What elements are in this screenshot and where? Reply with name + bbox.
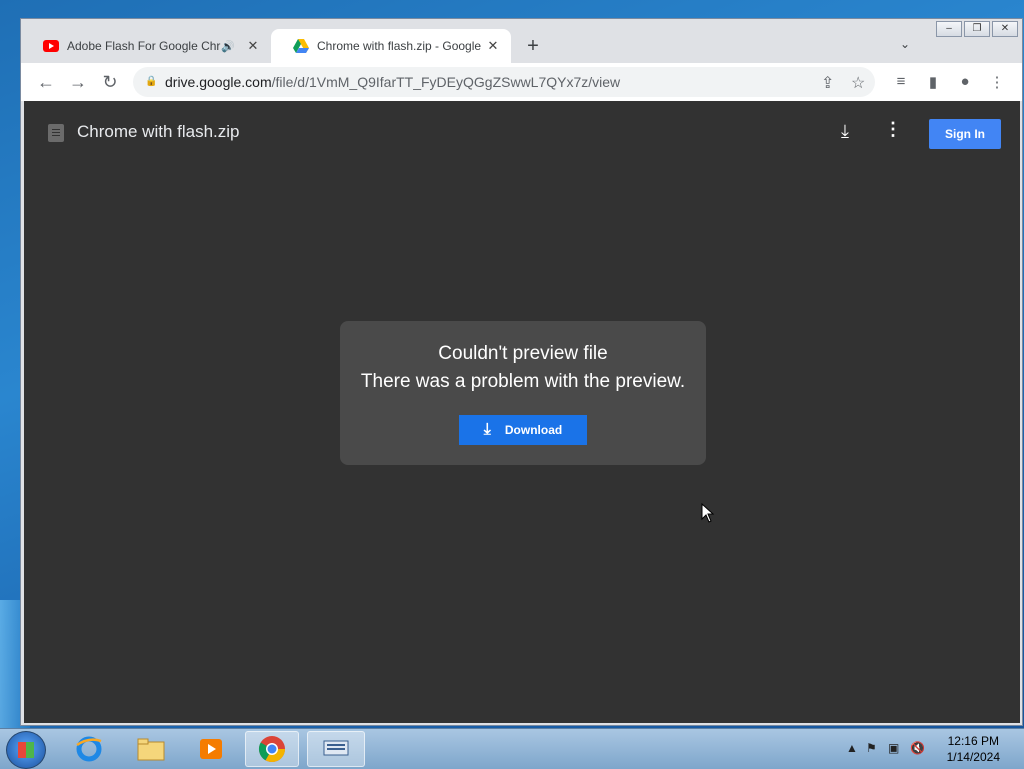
download-icon: ⤓: [483, 421, 491, 438]
tab-chrome-with-flash[interactable]: Chrome with flash.zip - Google D ✕: [271, 29, 511, 63]
tab-search-chevron-icon[interactable]: ⌄: [900, 37, 910, 51]
action-center-flag-icon[interactable]: ⚑: [866, 741, 877, 755]
tab-title: Adobe Flash For Google Chr: [67, 39, 221, 53]
side-panel-icon[interactable]: ▮: [923, 73, 943, 91]
file-explorer-icon[interactable]: [124, 731, 178, 767]
bookmark-star-icon[interactable]: ☆: [851, 73, 865, 93]
close-tab-icon[interactable]: ✕: [245, 38, 261, 54]
close-tab-icon[interactable]: ✕: [485, 38, 501, 54]
windows-taskbar: ▲ ⚑ ▣ 🔇 12:16 PM 1/14/2024: [0, 728, 1024, 769]
system-tray: ▲ ⚑ ▣ 🔇 12:16 PM 1/14/2024: [844, 729, 1024, 769]
more-options-icon[interactable]: ⋮: [884, 119, 902, 141]
system-clock[interactable]: 12:16 PM 1/14/2024: [947, 733, 1000, 765]
new-tab-button[interactable]: +: [521, 35, 545, 59]
lock-icon[interactable]: 🔒: [145, 76, 157, 88]
address-bar[interactable]: 🔒 drive.google.com/file/d/1VmM_Q9IfarTT_…: [133, 67, 875, 97]
mouse-cursor-icon: [701, 503, 715, 523]
start-button[interactable]: [6, 731, 46, 769]
forward-icon[interactable]: →: [67, 71, 89, 93]
internet-explorer-icon[interactable]: [62, 731, 116, 767]
show-hidden-icons-icon[interactable]: ▲: [846, 741, 858, 755]
file-type-icon: [48, 124, 64, 142]
network-icon[interactable]: ▣: [888, 741, 899, 755]
chrome-window: – ❐ ✕ Adobe Flash For Google Chr 🔊 ✕ Chr…: [20, 18, 1023, 726]
google-drive-icon: [293, 39, 309, 53]
volume-muted-icon[interactable]: 🔇: [910, 741, 925, 755]
file-name: Chrome with flash.zip: [77, 122, 240, 141]
error-title: Couldn't preview file: [438, 343, 608, 364]
speaker-icon[interactable]: 🔊: [221, 40, 235, 53]
url-path: /file/d/1VmM_Q9IfarTT_FyDEyQGgZSwwL7QYx7…: [271, 74, 621, 90]
media-control-icon[interactable]: ≡: [891, 73, 911, 90]
clock-date: 1/14/2024: [946, 750, 1000, 764]
download-label: Download: [504, 423, 563, 437]
clock-time: 12:16 PM: [947, 734, 999, 748]
share-icon[interactable]: ⇪: [821, 73, 834, 93]
tab-strip: Adobe Flash For Google Chr 🔊 ✕ Chrome wi…: [21, 19, 1022, 63]
tab-title: Chrome with flash.zip - Google D: [317, 39, 485, 53]
sign-in-button[interactable]: Sign In: [929, 119, 1001, 149]
download-icon[interactable]: ⤓: [834, 121, 856, 143]
media-player-icon[interactable]: [184, 731, 238, 767]
download-button[interactable]: ⤓ Download: [459, 415, 587, 445]
url-domain: drive.google.com: [165, 74, 272, 90]
url-text: drive.google.com/file/d/1VmM_Q9IfarTT_Fy…: [165, 74, 620, 90]
browser-toolbar: ← → ↻ 🔒 drive.google.com/file/d/1VmM_Q9I…: [21, 63, 1022, 101]
drive-file-viewer: Chrome with flash.zip ⤓ ⋮ Sign In Couldn…: [24, 101, 1020, 723]
profile-avatar-icon[interactable]: ●: [955, 73, 975, 90]
youtube-icon: [43, 40, 59, 52]
chrome-menu-icon[interactable]: ⋮: [987, 73, 1007, 91]
tab-adobe-flash[interactable]: Adobe Flash For Google Chr 🔊 ✕: [21, 29, 271, 63]
chrome-taskbar-icon[interactable]: [245, 731, 299, 767]
back-icon[interactable]: ←: [35, 71, 57, 93]
error-message: There was a problem with the preview.: [360, 371, 686, 392]
reload-icon[interactable]: ↻: [99, 71, 121, 93]
keyboard-app-icon[interactable]: [307, 731, 365, 767]
preview-error-dialog: Couldn't preview file There was a proble…: [340, 321, 706, 465]
